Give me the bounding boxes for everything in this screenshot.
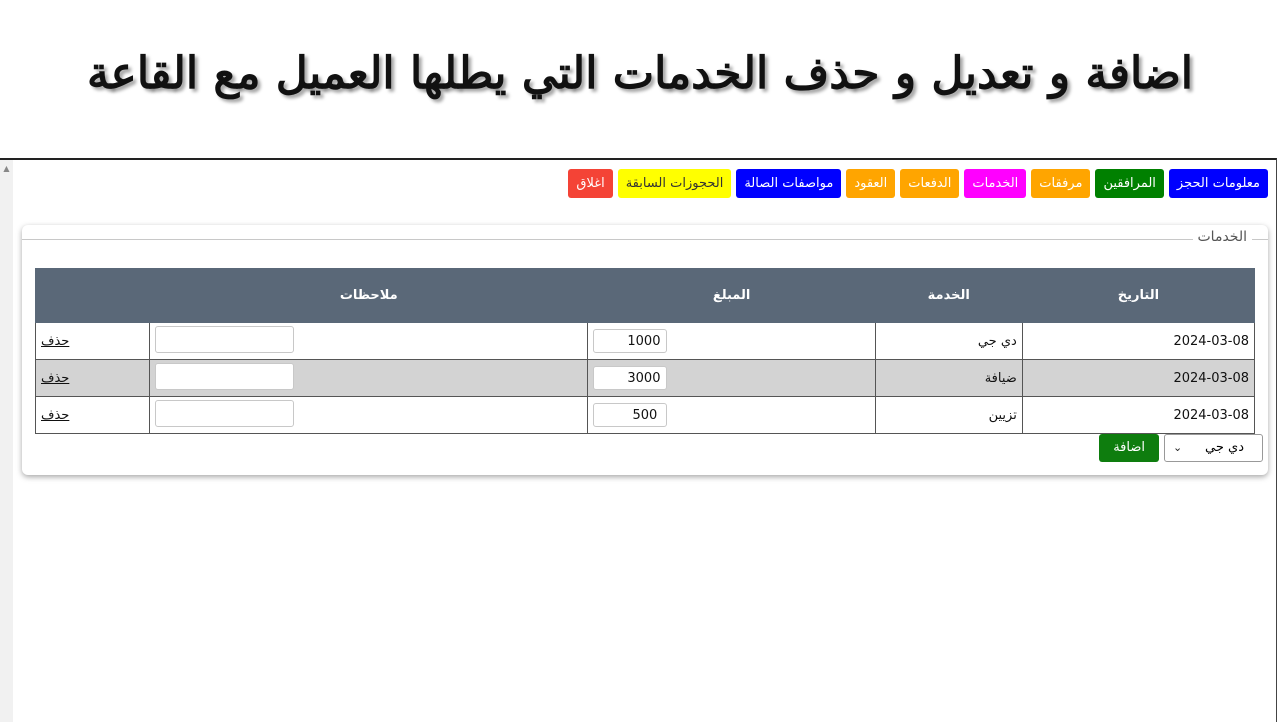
table-row: 2024-03-08 دي جي 1000 حذف [34,322,1256,360]
app-window: ▲ معلومات الحجز المرافقين مرفقات الخدمات… [0,158,1277,722]
column-header-date: التاريخ [1021,268,1256,323]
table-row: 2024-03-08 تزيين 500 حذف [34,396,1256,434]
panel-legend: الخدمات [1192,229,1252,245]
services-panel: الخدمات التاريخ الخدمة المبلغ ملاحظات 20… [22,225,1268,475]
amount-input[interactable]: 1000 [593,329,668,353]
cell-date: 2024-03-08 [1021,396,1256,434]
delete-link[interactable]: حذف [41,371,69,386]
delete-link[interactable]: حذف [41,334,69,349]
cell-service: ضيافة [874,359,1023,397]
tab-companions[interactable]: المرافقين [1095,169,1164,198]
services-table: التاريخ الخدمة المبلغ ملاحظات 2024-03-08… [34,268,1256,434]
cell-service: تزيين [874,396,1023,434]
amount-input[interactable]: 3000 [593,366,668,390]
add-button[interactable]: اضافة [1099,434,1159,462]
table-header-row: التاريخ الخدمة المبلغ ملاحظات [34,268,1256,323]
cell-notes [149,396,589,434]
slide-title: اضافة و تعديل و حذف الخدمات التي يطلها ا… [86,48,1194,99]
tab-payments[interactable]: الدفعات [900,169,960,198]
amount-input[interactable]: 500 [593,403,668,427]
column-header-amount: المبلغ [587,268,876,323]
table-row: 2024-03-08 ضيافة 3000 حذف [34,359,1256,397]
tab-services[interactable]: الخدمات [964,169,1027,198]
column-header-notes: ملاحظات [149,268,589,323]
cell-date: 2024-03-08 [1021,359,1256,397]
cell-service: دي جي [874,322,1023,360]
scroll-up-icon[interactable]: ▲ [0,164,13,174]
delete-link[interactable]: حذف [41,408,69,423]
column-header-service: الخدمة [874,268,1023,323]
tab-attachments[interactable]: مرفقات [1031,169,1091,198]
tab-bar: معلومات الحجز المرافقين مرفقات الخدمات ا… [568,169,1268,199]
tab-booking-info[interactable]: معلومات الحجز [1168,169,1268,198]
cell-amount: 3000 [587,359,876,397]
cell-actions: حذف [34,359,151,397]
cell-date: 2024-03-08 [1021,322,1256,360]
cell-actions: حذف [34,322,151,360]
scrollbar[interactable]: ▲ [0,160,13,722]
tab-hall-specs[interactable]: مواصفات الصالة [736,169,842,198]
cell-actions: حذف [34,396,151,434]
close-button[interactable]: اغلاق [568,169,613,198]
notes-input[interactable] [155,325,295,353]
cell-amount: 500 [587,396,876,434]
cell-notes [149,359,589,397]
notes-input[interactable] [155,362,295,390]
chevron-down-icon: ⌄ [1173,441,1183,454]
tab-previous-bookings[interactable]: الحجوزات السابقة [617,169,732,198]
column-header-actions [34,268,151,323]
service-select-value: دي جي [1205,440,1244,455]
panel-divider [22,239,1268,240]
notes-input[interactable] [155,399,295,427]
cell-amount: 1000 [587,322,876,360]
tab-contracts[interactable]: العقود [846,169,896,198]
service-select[interactable]: دي جي ⌄ [1164,434,1263,462]
cell-notes [149,322,589,360]
add-service-row: دي جي ⌄ اضافة [1099,433,1263,463]
